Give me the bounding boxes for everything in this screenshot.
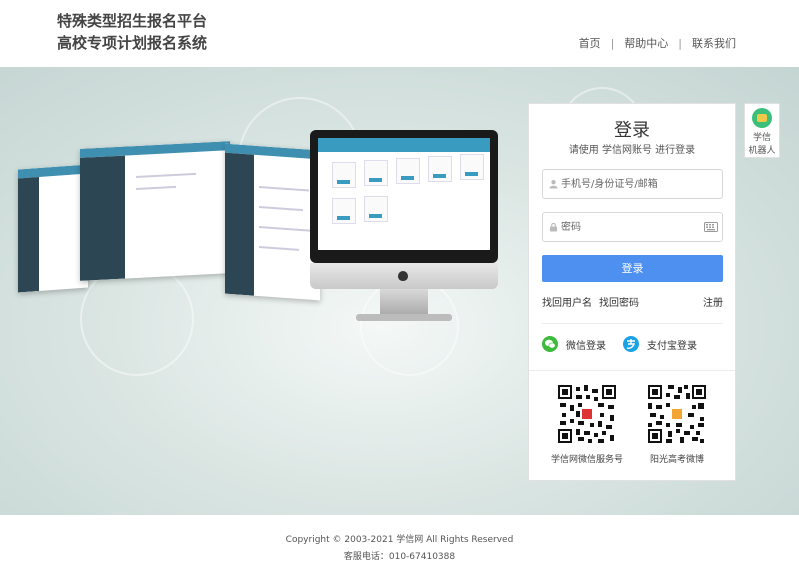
robot-label-line1: 学信: [752, 133, 771, 143]
robot-label-line2: 机器人: [748, 146, 776, 156]
qr-code-weibo: [648, 385, 706, 443]
find-password-link[interactable]: 找回密码: [599, 294, 639, 309]
password-input[interactable]: [561, 213, 701, 241]
mock-screen-1: [18, 164, 88, 293]
wechat-login-label: 微信登录: [566, 340, 606, 352]
robot-assistant-button[interactable]: 学信 机器人: [744, 103, 780, 158]
login-button[interactable]: 登录: [542, 255, 723, 282]
header: 特殊类型招生报名平台 高校专项计划报名系统 首页 | 帮助中心 | 联系我们: [0, 0, 799, 67]
login-panel: 登录 请使用 学信网账号 进行登录 登录 找回用户名 找回密码 注册: [528, 103, 736, 481]
apple-logo-icon: [398, 271, 408, 281]
nav-home[interactable]: 首页: [579, 35, 601, 51]
alipay-login-label: 支付宝登录: [647, 340, 697, 352]
qr-label-wechat: 学信网微信服务号: [550, 455, 623, 465]
mock-screen-3: [225, 143, 320, 301]
alipay-login-button[interactable]: 支付宝登录: [623, 336, 697, 352]
qr-code-wechat: [558, 385, 616, 443]
copyright-text: Copyright © 2003-2021 学信网 All Rights Res…: [285, 535, 514, 545]
monitor-illustration: [310, 130, 498, 330]
nav-contact[interactable]: 联系我们: [692, 35, 736, 51]
username-input[interactable]: [561, 170, 701, 198]
nav-help[interactable]: 帮助中心: [624, 35, 668, 51]
nav-separator: |: [610, 36, 615, 50]
lock-icon: [549, 222, 558, 232]
mock-screen-2: [80, 141, 230, 281]
qr-label-weibo: 阳光高考微博: [649, 455, 704, 465]
site-title: 特殊类型招生报名平台 高校专项计划报名系统: [57, 10, 207, 54]
login-title: 登录: [614, 120, 650, 141]
register-link[interactable]: 注册: [703, 294, 723, 309]
nav-separator: |: [678, 36, 682, 50]
alipay-icon: [623, 336, 639, 352]
site-title-line2: 高校专项计划报名系统: [57, 34, 208, 52]
username-field[interactable]: [542, 169, 723, 199]
footer: Copyright © 2003-2021 学信网 All Rights Res…: [0, 515, 799, 581]
top-nav: 首页 | 帮助中心 | 联系我们: [579, 35, 736, 51]
site-title-line1: 特殊类型招生报名平台: [57, 12, 208, 30]
find-username-link[interactable]: 找回用户名: [542, 294, 592, 309]
divider: [542, 323, 723, 324]
keyboard-icon[interactable]: [704, 222, 718, 232]
phone-text: 客服电话：010-67410388: [343, 552, 456, 562]
login-subtitle: 请使用 学信网账号 进行登录: [568, 145, 696, 156]
wechat-login-button[interactable]: 微信登录: [542, 336, 606, 352]
wechat-icon: [542, 336, 558, 352]
divider: [529, 370, 735, 371]
password-field[interactable]: [542, 212, 723, 242]
robot-icon: [752, 108, 772, 128]
user-icon: [549, 180, 558, 189]
